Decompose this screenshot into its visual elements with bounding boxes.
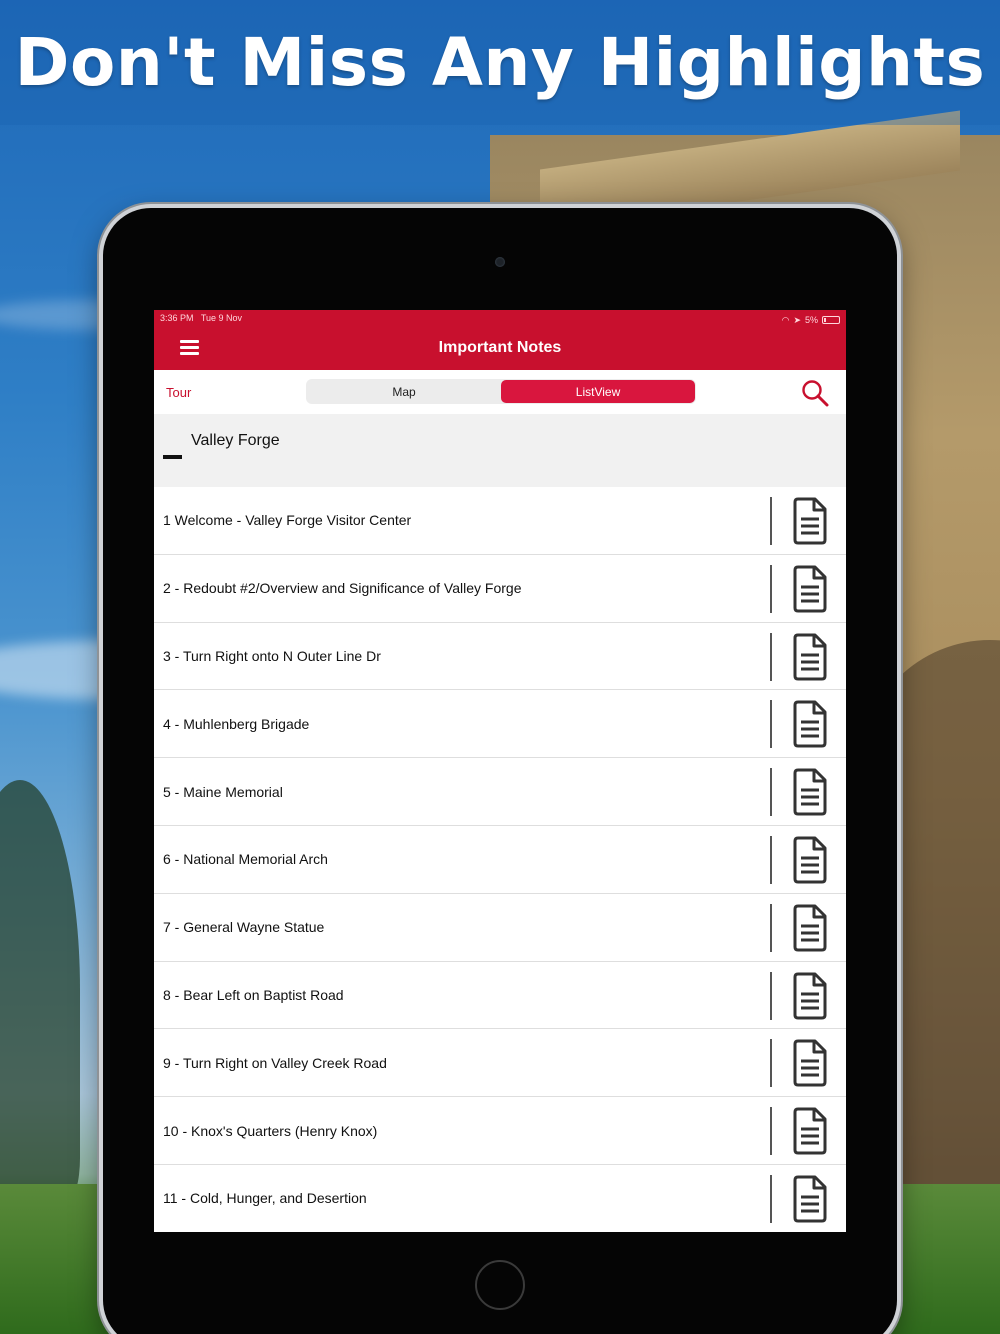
list-item[interactable]: 7 - General Wayne Statue bbox=[154, 893, 846, 962]
row-divider bbox=[770, 564, 772, 613]
location-icon: ➤ bbox=[793, 314, 801, 325]
row-divider bbox=[770, 1039, 772, 1088]
list-item-label: 9 - Turn Right on Valley Creek Road bbox=[163, 1054, 387, 1071]
battery-percent: 5% bbox=[804, 315, 818, 325]
tab-listview[interactable]: ListView bbox=[501, 380, 695, 403]
tablet-device: 3:36 PM Tue 9 Nov ◠ ➤ 5% Important Notes… bbox=[103, 208, 897, 1334]
status-bar: 3:36 PM Tue 9 Nov ◠ ➤ 5% bbox=[160, 313, 840, 327]
list-item-label: 5 - Maine Memorial bbox=[163, 783, 283, 800]
status-date: Tue 9 Nov bbox=[200, 313, 243, 323]
document-icon[interactable] bbox=[792, 768, 828, 816]
list-item-label: 7 - General Wayne Statue bbox=[163, 919, 325, 936]
app-screen: 3:36 PM Tue 9 Nov ◠ ➤ 5% Important Notes… bbox=[154, 310, 846, 1232]
promo-headline-banner: Don't Miss Any Highlights bbox=[0, 0, 1000, 125]
list-item-label: 1 Welcome - Valley Forge Visitor Center bbox=[163, 512, 412, 529]
page-title: Important Notes bbox=[438, 339, 562, 356]
document-icon[interactable] bbox=[792, 497, 828, 545]
document-icon[interactable] bbox=[792, 1039, 828, 1087]
row-divider bbox=[770, 768, 772, 817]
document-icon[interactable] bbox=[792, 633, 828, 681]
list-item-label: 3 - Turn Right onto N Outer Line Dr bbox=[163, 647, 381, 664]
list-item[interactable]: 6 - National Memorial Arch bbox=[154, 825, 846, 894]
battery-icon bbox=[822, 316, 840, 324]
document-icon[interactable] bbox=[792, 1107, 828, 1155]
view-switcher: Map ListView bbox=[306, 379, 696, 404]
document-icon[interactable] bbox=[792, 904, 828, 952]
app-header: 3:36 PM Tue 9 Nov ◠ ➤ 5% Important Notes bbox=[154, 310, 846, 370]
row-divider bbox=[770, 700, 772, 749]
row-divider bbox=[770, 1174, 772, 1223]
list-item[interactable]: 1 Welcome - Valley Forge Visitor Center bbox=[154, 487, 846, 555]
row-divider bbox=[770, 835, 772, 884]
list-item-label: 11 - Cold, Hunger, and Desertion bbox=[163, 1190, 367, 1207]
row-divider bbox=[770, 903, 772, 952]
document-icon[interactable] bbox=[792, 836, 828, 884]
stop-list: 1 Welcome - Valley Forge Visitor Center … bbox=[154, 487, 846, 1232]
list-item[interactable]: 2 - Redoubt #2/Overview and Significance… bbox=[154, 554, 846, 623]
list-item[interactable]: 8 - Bear Left on Baptist Road bbox=[154, 961, 846, 1030]
document-icon[interactable] bbox=[792, 700, 828, 748]
row-divider bbox=[770, 632, 772, 681]
tab-map[interactable]: Map bbox=[307, 380, 501, 403]
search-icon[interactable] bbox=[800, 378, 830, 408]
wifi-icon: ◠ bbox=[781, 314, 790, 325]
list-item-label: 10 - Knox's Quarters (Henry Knox) bbox=[163, 1122, 378, 1139]
document-icon[interactable] bbox=[792, 1175, 828, 1223]
document-icon[interactable] bbox=[792, 972, 828, 1020]
promo-headline: Don't Miss Any Highlights bbox=[14, 24, 986, 101]
list-item-label: 8 - Bear Left on Baptist Road bbox=[163, 986, 344, 1003]
list-item[interactable]: 3 - Turn Right onto N Outer Line Dr bbox=[154, 622, 846, 691]
document-icon[interactable] bbox=[792, 565, 828, 613]
home-button[interactable] bbox=[475, 1260, 525, 1310]
row-divider bbox=[770, 497, 772, 545]
list-item-label: 6 - National Memorial Arch bbox=[163, 851, 328, 868]
list-item[interactable]: 4 - Muhlenberg Brigade bbox=[154, 690, 846, 759]
toolbar: Tour Map ListView bbox=[154, 370, 846, 414]
row-divider bbox=[770, 971, 772, 1020]
status-time: 3:36 PM bbox=[160, 313, 194, 323]
list-item-label: 4 - Muhlenberg Brigade bbox=[163, 715, 310, 732]
list-item-label: 2 - Redoubt #2/Overview and Significance… bbox=[163, 580, 522, 597]
section-title: Valley Forge bbox=[191, 432, 280, 449]
list-item[interactable]: 10 - Knox's Quarters (Henry Knox) bbox=[154, 1097, 846, 1165]
camera-icon bbox=[495, 257, 505, 267]
row-divider bbox=[770, 1107, 772, 1156]
collapse-icon[interactable] bbox=[163, 455, 182, 459]
tour-link[interactable]: Tour bbox=[166, 385, 191, 400]
list-item[interactable]: 5 - Maine Memorial bbox=[154, 758, 846, 826]
list-item[interactable]: 11 - Cold, Hunger, and Desertion bbox=[154, 1164, 846, 1232]
list-item[interactable]: 9 - Turn Right on Valley Creek Road bbox=[154, 1029, 846, 1098]
section-header: Valley Forge bbox=[154, 414, 846, 487]
